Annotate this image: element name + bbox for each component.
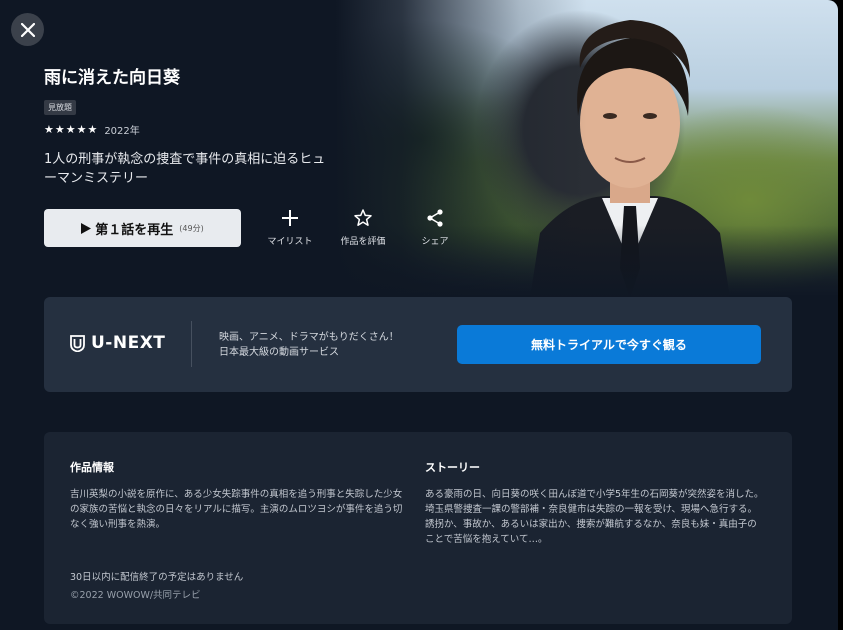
release-year: 2022年 bbox=[104, 126, 140, 137]
close-button[interactable] bbox=[11, 13, 44, 46]
work-info-text: 吉川英梨の小説を原作に、ある少女失踪事件の真相を追う刑事と失踪した少女の家族の苦… bbox=[70, 489, 403, 530]
story-text: ある豪雨の日、向日葵の咲く田んぼ道で小学5年生の石岡葵が突然姿を消した。埼玉県警… bbox=[425, 489, 764, 545]
page-title: 雨に消えた向日葵 bbox=[44, 68, 180, 88]
unext-shield-icon bbox=[70, 334, 85, 352]
rating-stars: ★★★★★ bbox=[44, 123, 99, 136]
distribution-notice: 30日以内に配信終了の予定はありません bbox=[70, 572, 244, 583]
info-section: 作品情報 吉川英梨の小説を原作に、ある少女失踪事件の真相を追う刑事と失踪した少女… bbox=[44, 432, 792, 624]
banner-divider bbox=[191, 321, 192, 367]
mylist-button[interactable]: マイリスト bbox=[260, 208, 320, 247]
play-icon bbox=[81, 222, 92, 234]
rate-label: 作品を評価 bbox=[340, 237, 386, 247]
work-info-heading: 作品情報 bbox=[70, 461, 114, 474]
copyright: ©2022 WOWOW/共同テレビ bbox=[70, 590, 201, 601]
work-info-column: 作品情報 吉川英梨の小説を原作に、ある少女失踪事件の真相を追う刑事と失踪した少女… bbox=[70, 459, 410, 532]
unext-logo-text: U-NEXT bbox=[91, 333, 166, 353]
share-label: シェア bbox=[421, 237, 449, 247]
free-trial-button[interactable]: 無料トライアルで今すぐ観る bbox=[457, 325, 761, 364]
play-label: 第１話を再生 bbox=[95, 222, 174, 238]
rating-row: ★★★★★ 2022年 bbox=[44, 122, 140, 137]
story-heading: ストーリー bbox=[425, 461, 480, 474]
banner-line2: 日本最大級の動画サービス bbox=[219, 347, 339, 358]
availability-badge: 見放題 bbox=[44, 100, 76, 115]
plus-icon bbox=[282, 210, 298, 226]
rate-button[interactable]: 作品を評価 bbox=[333, 208, 393, 247]
story-column: ストーリー ある豪雨の日、向日葵の咲く田んぼ道で小学5年生の石岡葵が突然姿を消し… bbox=[425, 459, 765, 547]
unext-logo: U-NEXT bbox=[70, 333, 165, 353]
unext-promo-banner: U-NEXT 映画、アニメ、ドラマがもりだくさん！ 日本最大級の動画サービス 無… bbox=[44, 297, 792, 392]
play-duration: (49分) bbox=[179, 223, 204, 233]
mylist-label: マイリスト bbox=[267, 237, 313, 247]
banner-line1: 映画、アニメ、ドラマがもりだくさん！ bbox=[219, 332, 399, 343]
star-outline-icon bbox=[354, 209, 372, 226]
catchphrase: 1人の刑事が執念の捜査で事件の真相に迫るヒューマンミステリー bbox=[44, 152, 326, 186]
play-episode-button[interactable]: 第１話を再生 (49分) bbox=[44, 209, 241, 247]
share-button[interactable]: シェア bbox=[405, 208, 465, 247]
banner-text: 映画、アニメ、ドラマがもりだくさん！ 日本最大級の動画サービス bbox=[219, 330, 399, 360]
close-icon bbox=[20, 22, 35, 37]
share-icon bbox=[427, 209, 443, 227]
title-detail-panel: 雨に消えた向日葵 見放題 ★★★★★ 2022年 1人の刑事が執念の捜査で事件の… bbox=[0, 0, 838, 630]
